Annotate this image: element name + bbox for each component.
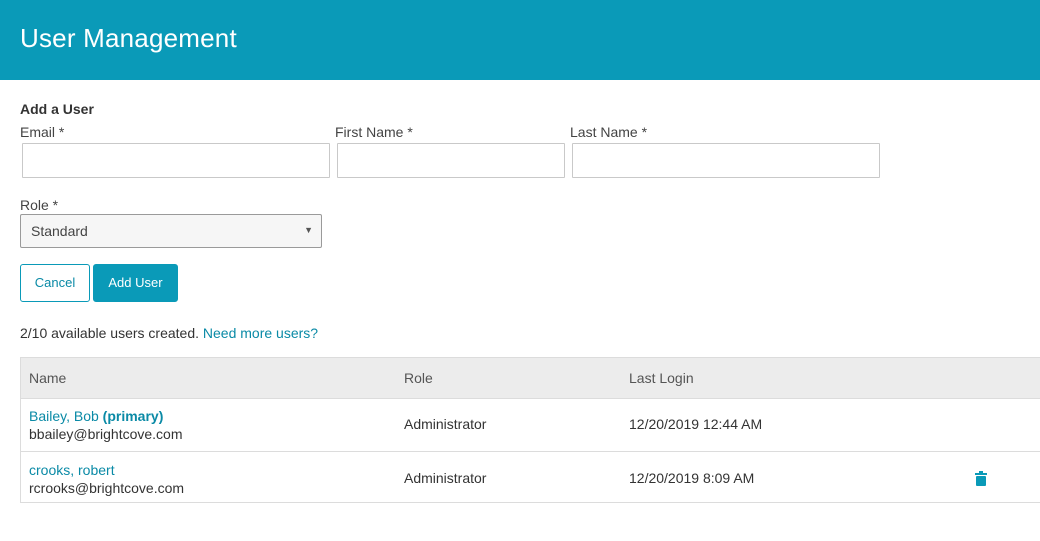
first-name-label: First Name * (335, 124, 413, 140)
user-role: Administrator (404, 470, 487, 486)
column-header-last-login[interactable]: Last Login (629, 370, 694, 386)
user-last-login: 12/20/2019 8:09 AM (629, 470, 755, 486)
column-header-role[interactable]: Role (404, 370, 433, 386)
add-user-heading: Add a User (20, 101, 94, 117)
user-availability: 2/10 available users created. Need more … (20, 325, 318, 341)
table-row: crooks, robert rcrooks@brightcove.com Ad… (21, 451, 1040, 505)
table-header: Name Role Last Login (21, 358, 1040, 399)
user-name-link[interactable]: Bailey, Bob (29, 408, 99, 424)
last-name-label: Last Name * (570, 124, 648, 140)
chevron-down-icon: ▼ (304, 225, 313, 235)
need-more-users-link[interactable]: Need more users? (203, 325, 318, 341)
user-role: Administrator (404, 416, 487, 432)
user-name-link[interactable]: crooks, robert (29, 462, 115, 478)
table-row: Bailey, Bob (primary) bbailey@brightcove… (21, 398, 1040, 451)
column-header-name[interactable]: Name (29, 370, 66, 386)
cancel-button[interactable]: Cancel (20, 264, 90, 302)
primary-badge: (primary) (102, 408, 164, 424)
add-user-button[interactable]: Add User (93, 264, 178, 302)
user-name-cell: crooks, robert rcrooks@brightcove.com (29, 461, 184, 497)
user-name-cell: Bailey, Bob (primary) bbailey@brightcove… (29, 407, 183, 443)
role-label: Role * (20, 197, 59, 213)
user-last-login: 12/20/2019 12:44 AM (629, 416, 763, 432)
email-label: Email * (20, 124, 65, 140)
first-name-field[interactable] (337, 143, 565, 178)
app-header: User Management (0, 0, 1040, 80)
email-field[interactable] (22, 143, 330, 178)
role-select-value: Standard (31, 223, 88, 239)
user-email: bbailey@brightcove.com (29, 426, 183, 442)
trash-icon[interactable] (975, 471, 987, 486)
user-email: rcrooks@brightcove.com (29, 480, 185, 496)
page-title: User Management (20, 23, 237, 53)
role-select[interactable]: Standard ▼ (20, 214, 322, 248)
users-table: Name Role Last Login Bailey, Bob (primar… (20, 357, 1040, 503)
last-name-field[interactable] (572, 143, 880, 178)
availability-text: 2/10 available users created. (20, 325, 199, 341)
